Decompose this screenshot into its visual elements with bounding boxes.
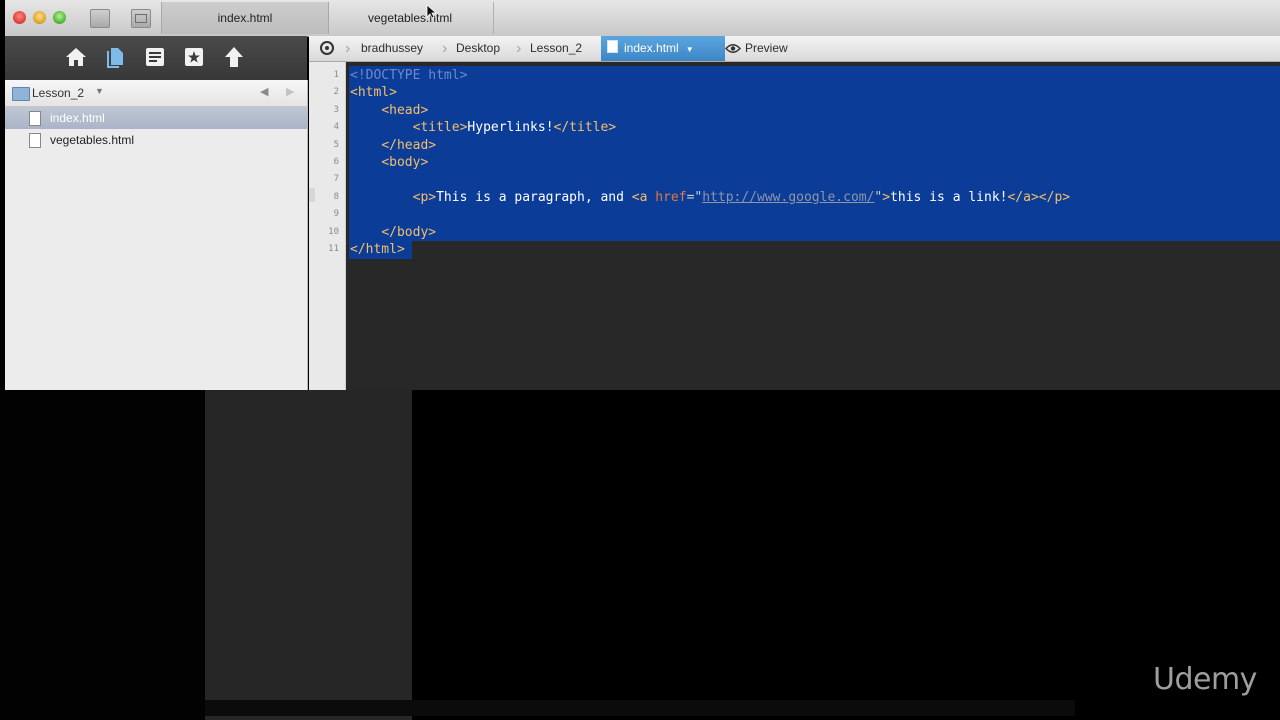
preview-button[interactable]: Preview — [724, 36, 788, 63]
code-token: Hyperlinks! — [467, 120, 554, 136]
line-number: 9 — [333, 209, 339, 220]
file-item-vegetables-html[interactable]: vegetables.html — [5, 129, 307, 151]
code-line: <head> — [350, 102, 428, 119]
breadcrumb-separator: › — [442, 40, 448, 57]
code-line: <body> — [350, 154, 428, 171]
code-token: <html> — [350, 85, 397, 101]
folder-selector[interactable]: Lesson_2 ▼ ◀ ▶ — [5, 80, 307, 107]
code-token: <a — [631, 189, 656, 205]
zoom-window-button[interactable] — [53, 11, 66, 24]
code-token: </a></p> — [1007, 189, 1071, 205]
bookmark-icon[interactable] — [181, 45, 207, 71]
breadcrumb-item[interactable]: Lesson_2 — [530, 36, 582, 61]
code-token: </html> — [350, 242, 405, 257]
code-line: </html> — [350, 241, 405, 258]
tab-index-html[interactable]: index.html — [161, 2, 329, 34]
publish-icon[interactable] — [221, 45, 247, 71]
file-item-index-html[interactable]: index.html — [5, 107, 307, 129]
breadcrumb-separator: › — [516, 40, 522, 57]
code-line: </body> — [350, 224, 436, 241]
mouse-cursor-icon — [772, 66, 780, 79]
breadcrumb-current-file[interactable]: index.html ▼ — [601, 36, 725, 61]
code-token: <head> — [381, 102, 429, 118]
code-line: <title>Hyperlinks!</title> — [350, 119, 617, 136]
text-selection — [349, 66, 1280, 241]
breadcrumb-item[interactable]: Desktop — [456, 36, 500, 61]
code-token: href — [655, 189, 687, 205]
folder-label: Lesson_2 — [32, 86, 85, 100]
chevron-down-icon: ▼ — [685, 45, 694, 54]
eye-icon — [724, 38, 742, 63]
home-icon[interactable] — [63, 45, 89, 71]
files-icon[interactable] — [102, 45, 128, 71]
code-token[interactable]: http://www.google.com/ — [702, 190, 874, 205]
close-window-button[interactable] — [13, 11, 26, 24]
preview-label: Preview — [745, 41, 788, 55]
udemy-watermark: Udemy — [1153, 662, 1257, 697]
breadcrumb-separator: › — [345, 40, 351, 57]
code-token: </head> — [381, 137, 437, 153]
code-token: <p> — [412, 189, 437, 205]
code-token: <title> — [412, 120, 468, 136]
line-number-gutter: 1 2 3 4 5 6 7 8 9 10 11 — [309, 62, 346, 390]
video-background — [412, 390, 1280, 720]
toggle-panel-button[interactable] — [131, 9, 151, 28]
tab-vegetables-html[interactable]: vegetables.html — [327, 2, 494, 34]
code-token: this is a link! — [890, 189, 1008, 205]
editor-window: index.html vegetables.html Lesson_2 ▼ ◀ … — [5, 0, 1280, 390]
mouse-pointer-icon — [426, 4, 438, 24]
go-icon[interactable] — [319, 41, 335, 55]
code-line: <html> — [350, 84, 397, 101]
code-token: </body> — [381, 224, 437, 240]
breadcrumb-item[interactable]: bradhussey — [361, 36, 423, 61]
code-token: =" — [686, 189, 703, 205]
desktop-background-left — [0, 390, 205, 720]
code-token: </title> — [553, 120, 617, 136]
line-number: 7 — [333, 174, 339, 185]
background-dock-strip — [205, 700, 1075, 716]
sidebar-toolbar — [5, 36, 307, 80]
code-line: <p>This is a paragraph, and <a href="htt… — [350, 189, 1070, 206]
file-label: vegetables.html — [50, 133, 135, 147]
code-token: <!DOCTYPE html> — [350, 68, 468, 83]
background-window-panel — [205, 390, 412, 720]
line-number: 11 — [328, 244, 339, 254]
code-token: <body> — [381, 155, 429, 170]
file-sidebar: Lesson_2 ▼ ◀ ▶ index.html vegetables.htm… — [5, 80, 308, 390]
line-number: 1 — [333, 70, 339, 80]
line-number: 3 — [333, 104, 339, 115]
code-token: > — [882, 189, 891, 205]
line-number: 2 — [333, 87, 339, 98]
line-number: 10 — [328, 226, 339, 237]
forward-arrow-icon[interactable]: ▶ — [286, 85, 294, 98]
html-file-icon — [29, 133, 41, 148]
back-arrow-icon[interactable]: ◀ — [260, 85, 268, 98]
minimize-window-button[interactable] — [33, 11, 46, 24]
code-line: </head> — [350, 137, 436, 154]
file-label: index.html — [50, 111, 105, 125]
breadcrumb: › bradhussey › Desktop › Lesson_2 index.… — [309, 36, 1280, 62]
line-number: 8 — [333, 191, 339, 202]
code-editor[interactable]: <!DOCTYPE html> <html> <head> <title>Hype… — [346, 62, 1280, 390]
folder-icon — [12, 87, 30, 101]
toggle-sidebar-button[interactable] — [90, 9, 110, 28]
line-number: 6 — [333, 157, 339, 167]
html-file-icon — [607, 40, 618, 53]
chevron-down-icon: ▼ — [95, 86, 104, 96]
code-line: <!DOCTYPE html> — [350, 67, 467, 84]
current-file-label: index.html — [624, 41, 679, 55]
line-number: 4 — [333, 122, 339, 133]
line-number: 5 — [333, 139, 339, 150]
outline-icon[interactable] — [142, 45, 168, 71]
html-file-icon — [29, 111, 41, 126]
title-bar: index.html vegetables.html — [5, 0, 1280, 37]
code-token: This is a paragraph, and — [436, 189, 632, 205]
